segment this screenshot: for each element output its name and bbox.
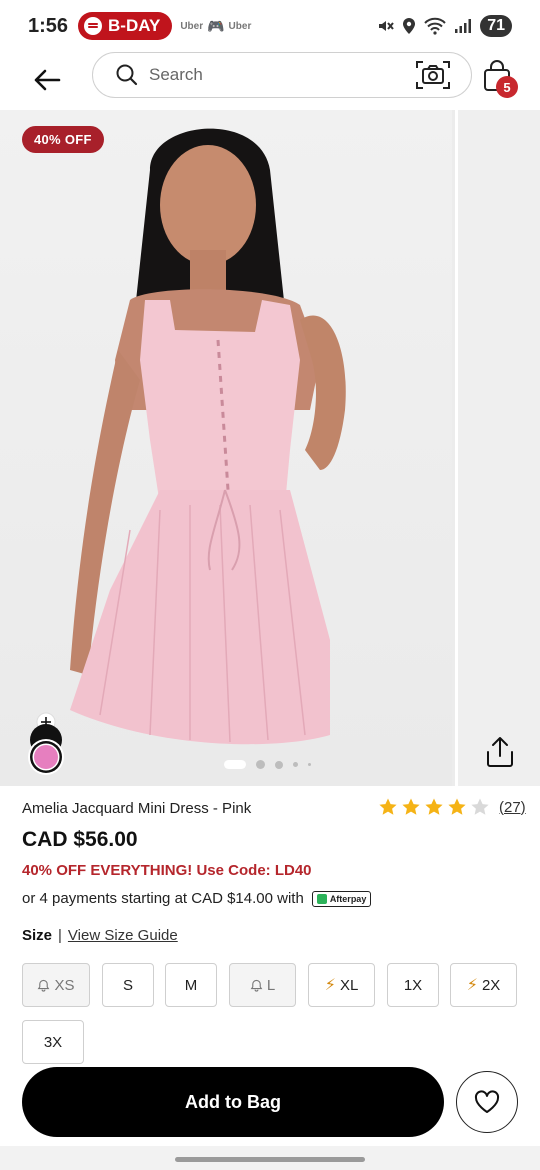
mute-icon bbox=[379, 21, 394, 31]
gamepad-icon: 🎮 bbox=[207, 17, 225, 34]
size-option-3x[interactable]: 3X bbox=[22, 1020, 84, 1064]
afterpay-label: Afterpay bbox=[329, 893, 367, 904]
size-option-m[interactable]: M bbox=[165, 963, 217, 1007]
wifi-icon bbox=[424, 17, 446, 35]
star-filled-icon bbox=[448, 798, 466, 815]
search-icon bbox=[116, 64, 138, 86]
promo-message: 40% OFF EVERYTHING! Use Code: LD40 bbox=[22, 862, 312, 879]
size-option-label: S bbox=[122, 976, 133, 994]
home-indicator[interactable] bbox=[175, 1157, 365, 1162]
product-rating[interactable]: (27) bbox=[378, 797, 526, 817]
page-dot-active[interactable] bbox=[224, 760, 246, 769]
wishlist-button[interactable] bbox=[456, 1071, 518, 1133]
add-to-bag-button[interactable]: Add to Bag bbox=[22, 1067, 444, 1137]
page-dot[interactable] bbox=[293, 762, 298, 767]
afterpay-badge[interactable]: Afterpay bbox=[311, 890, 372, 907]
app-header bbox=[0, 52, 540, 108]
product-price: CAD $56.00 bbox=[22, 828, 138, 851]
size-option-xs[interactable]: XS bbox=[22, 963, 90, 1007]
sale-badge: 40% OFF bbox=[22, 126, 104, 153]
spotify-icon bbox=[84, 17, 103, 35]
product-image-main[interactable] bbox=[0, 110, 452, 786]
gallery-pagination bbox=[224, 760, 311, 769]
spotify-label: B-DAY bbox=[108, 16, 161, 35]
size-option-l[interactable]: L bbox=[229, 963, 296, 1007]
camera-icon bbox=[416, 61, 450, 89]
status-time: 1:56 bbox=[28, 14, 69, 37]
size-option-label: 3X bbox=[43, 1033, 63, 1051]
star-filled-icon bbox=[402, 798, 420, 815]
page-dot[interactable] bbox=[308, 763, 311, 766]
share-icon bbox=[487, 737, 513, 767]
spotify-pill[interactable]: B-DAY bbox=[78, 12, 173, 40]
size-option-label: M bbox=[184, 976, 198, 994]
location-icon bbox=[403, 18, 416, 34]
swatch-pink-selected[interactable] bbox=[34, 745, 58, 769]
uber-notification-2: Uber bbox=[228, 20, 252, 32]
star-empty-icon bbox=[471, 798, 489, 815]
divider: | bbox=[58, 927, 62, 944]
size-label: Size bbox=[22, 927, 53, 944]
installments-line: or 4 payments starting at CAD $14.00 wit… bbox=[22, 890, 372, 907]
size-option-xl[interactable]: ⚡︎ XL bbox=[308, 963, 375, 1007]
page-dot[interactable] bbox=[275, 760, 283, 769]
status-icons: 71 bbox=[376, 15, 512, 37]
installments-text: or 4 payments starting at CAD $14.00 wit… bbox=[22, 890, 304, 907]
search-bar[interactable] bbox=[92, 52, 472, 98]
product-title: Amelia Jacquard Mini Dress - Pink bbox=[22, 800, 252, 817]
size-option-label: 2X bbox=[481, 976, 501, 994]
product-image-next-peek[interactable] bbox=[455, 110, 540, 786]
star-filled-icon bbox=[379, 798, 397, 815]
product-gallery[interactable]: 40% OFF bbox=[0, 110, 540, 786]
model-photo bbox=[70, 128, 346, 745]
battery-indicator: 71 bbox=[480, 15, 512, 37]
lightning-icon: ⚡︎ bbox=[324, 977, 336, 994]
status-bar: 1:56 B-DAY Uber 🎮 Uber 71 bbox=[0, 0, 540, 52]
page-dot[interactable] bbox=[256, 760, 265, 769]
size-guide-link[interactable]: View Size Guide bbox=[68, 927, 178, 944]
lightning-icon: ⚡︎ bbox=[466, 977, 478, 994]
arrow-left-icon bbox=[34, 69, 61, 91]
review-count-link[interactable]: (27) bbox=[499, 799, 526, 816]
color-swatch-picker[interactable] bbox=[24, 710, 68, 782]
size-option-1x[interactable]: 1X bbox=[387, 963, 439, 1007]
size-option-2x[interactable]: ⚡︎ 2X bbox=[450, 963, 517, 1007]
bell-icon bbox=[250, 979, 263, 992]
size-option-s[interactable]: S bbox=[102, 963, 154, 1007]
afterpay-icon bbox=[316, 893, 327, 904]
size-option-label: XS bbox=[54, 976, 75, 994]
signal-icon bbox=[455, 19, 472, 33]
bell-icon bbox=[38, 979, 50, 992]
share-button[interactable] bbox=[482, 734, 518, 770]
back-button[interactable] bbox=[30, 64, 64, 96]
size-option-label: L bbox=[266, 976, 276, 994]
size-option-label: 1X bbox=[403, 976, 423, 994]
bag-count-badge: 5 bbox=[496, 76, 518, 98]
size-option-label: XL bbox=[339, 976, 359, 994]
search-input[interactable] bbox=[149, 65, 389, 85]
uber-notification-1: Uber bbox=[180, 20, 204, 32]
visual-search-button[interactable] bbox=[415, 59, 451, 91]
size-header: Size | View Size Guide bbox=[22, 927, 178, 944]
star-filled-icon bbox=[425, 798, 443, 815]
heart-icon bbox=[474, 1090, 500, 1113]
